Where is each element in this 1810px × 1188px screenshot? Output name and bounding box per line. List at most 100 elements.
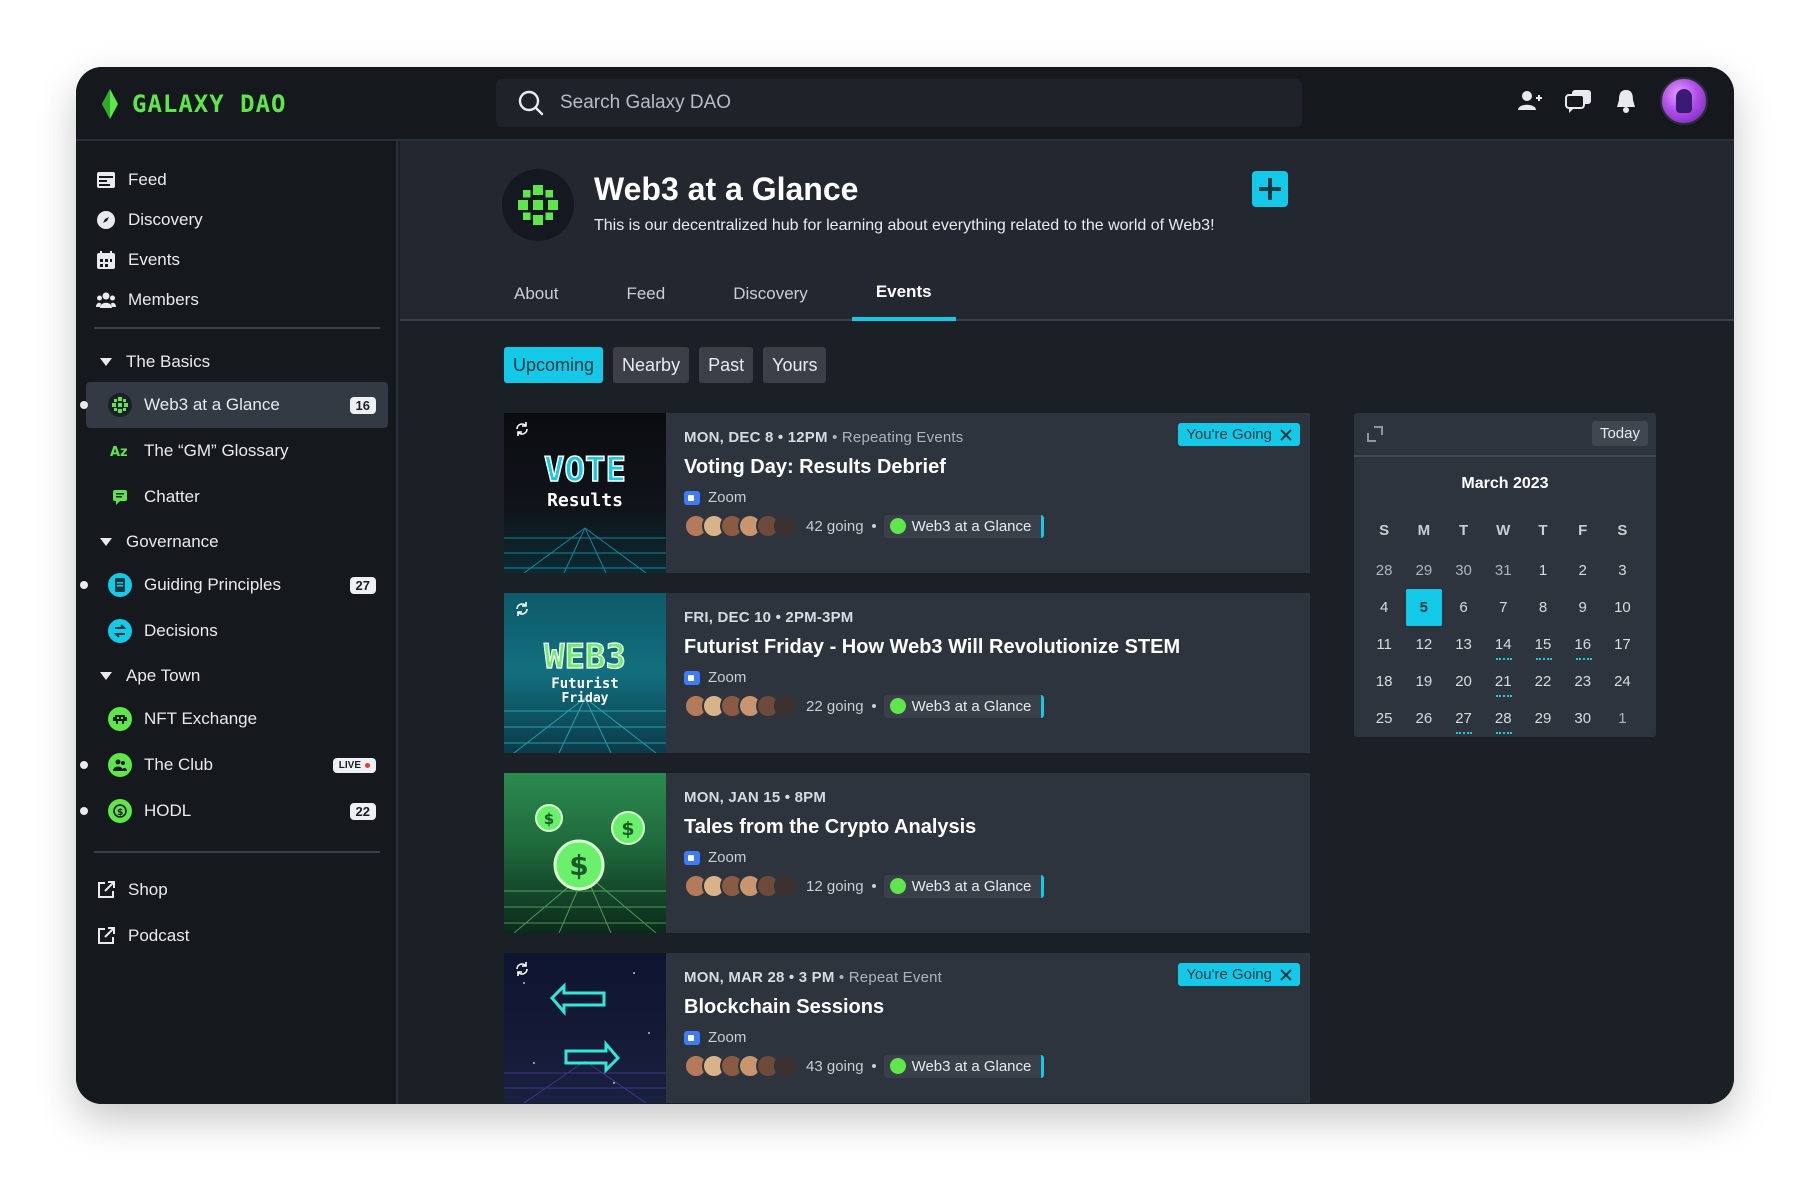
calendar-day[interactable]: 26	[1406, 700, 1442, 737]
hub-tag[interactable]: Web3 at a Glance	[883, 694, 1045, 718]
event-title[interactable]: Blockchain Sessions	[684, 996, 1292, 1019]
calendar-day[interactable]: 18	[1366, 663, 1402, 700]
calendar-day[interactable]: 17	[1604, 626, 1640, 663]
hub-icon	[889, 518, 906, 534]
link-podcast[interactable]: Podcast	[96, 919, 189, 953]
attendee-avatars[interactable]	[684, 514, 798, 538]
filter-yours[interactable]: Yours	[763, 347, 827, 383]
search-input[interactable]	[560, 92, 1160, 114]
event-card[interactable]: WEB3 Futurist Friday FRI, DEC 10 • 2PM-3…	[504, 593, 1310, 753]
channel-chatter[interactable]: Chatter	[86, 474, 388, 520]
today-button[interactable]: Today	[1591, 421, 1648, 446]
count-badge: 16	[349, 396, 376, 414]
calendar-day[interactable]: 5	[1405, 589, 1442, 626]
close-icon[interactable]	[1280, 968, 1292, 981]
filter-nearby[interactable]: Nearby	[613, 347, 690, 383]
attendee-avatars[interactable]	[684, 874, 798, 898]
section-ape-town[interactable]: Ape Town	[100, 661, 200, 691]
calendar-day[interactable]: 29	[1406, 552, 1442, 589]
coins-thumbnail-art: $ $ $	[504, 804, 666, 933]
brand[interactable]: GALAXY DAO	[102, 89, 287, 119]
event-card[interactable]: VOTE Results MON, DEC 8 • 12PM • Repeati…	[504, 413, 1310, 573]
hub-tag[interactable]: Web3 at a Glance	[883, 874, 1045, 898]
hub-icon	[889, 878, 906, 894]
calendar-day[interactable]: 7	[1485, 589, 1521, 626]
calendar-day[interactable]: 3	[1604, 552, 1640, 589]
calendar-day[interactable]: 19	[1406, 663, 1442, 700]
channel-nft-exchange[interactable]: NFT Exchange	[86, 696, 388, 742]
calendar-day[interactable]: 20	[1445, 663, 1481, 700]
calendar-day[interactable]: 29	[1525, 700, 1561, 737]
close-icon[interactable]	[1280, 428, 1292, 441]
nav-discovery[interactable]: Discovery	[96, 203, 203, 237]
calendar-day[interactable]: 9	[1565, 589, 1601, 626]
calendar-day[interactable]: 2	[1565, 552, 1601, 589]
attendee-avatars[interactable]	[684, 1054, 798, 1078]
calendar-day[interactable]: 4	[1366, 589, 1402, 626]
calendar-day[interactable]: 10	[1604, 589, 1640, 626]
channel-hodl[interactable]: $ HODL 22	[80, 788, 388, 834]
calendar-day[interactable]: 13	[1445, 626, 1481, 663]
calendar-day[interactable]: 24	[1604, 663, 1640, 700]
event-title[interactable]: Voting Day: Results Debrief	[684, 456, 1292, 479]
weekday-label: W	[1496, 521, 1511, 539]
calendar-day[interactable]: 8	[1525, 589, 1561, 626]
you-are-going-badge[interactable]: You're Going	[1178, 423, 1300, 446]
svg-text:Az: Az	[110, 445, 128, 459]
hub-tag[interactable]: Web3 at a Glance	[883, 1054, 1045, 1078]
calendar-day[interactable]: 28	[1485, 700, 1521, 737]
calendar-day[interactable]: 1	[1604, 700, 1640, 737]
event-title[interactable]: Futurist Friday - How Web3 Will Revoluti…	[684, 636, 1292, 659]
expand-icon[interactable]	[1366, 425, 1384, 443]
calendar-day[interactable]: 30	[1565, 700, 1601, 737]
calendar-day[interactable]: 27	[1445, 700, 1481, 737]
calendar-day[interactable]: 11	[1366, 626, 1402, 663]
nav-events[interactable]: Events	[96, 243, 180, 277]
filter-past[interactable]: Past	[699, 347, 754, 383]
going-badge-label: You're Going	[1186, 426, 1272, 443]
channel-guiding-principles[interactable]: Guiding Principles 27	[80, 562, 388, 608]
filter-upcoming[interactable]: Upcoming	[504, 347, 604, 383]
nav-members[interactable]: Members	[96, 283, 199, 317]
tab-events[interactable]: Events	[851, 267, 956, 321]
calendar-day[interactable]: 23	[1565, 663, 1601, 700]
add-user-icon[interactable]	[1516, 87, 1544, 115]
sidebar: Feed Discovery Events Members The Basics	[76, 141, 398, 1104]
weekday-label: S	[1617, 521, 1628, 539]
calendar-day[interactable]: 1	[1525, 552, 1561, 589]
channel-decisions[interactable]: Decisions	[86, 608, 388, 654]
you-are-going-badge[interactable]: You're Going	[1178, 963, 1300, 986]
calendar-day[interactable]: 31	[1485, 552, 1521, 589]
calendar-day[interactable]: 25	[1366, 700, 1402, 737]
section-the-basics[interactable]: The Basics	[100, 347, 210, 377]
channel-gm-glossary[interactable]: Az The “GM” Glossary	[86, 428, 388, 474]
calendar-day[interactable]: 12	[1406, 626, 1442, 663]
event-card[interactable]: MON, MAR 28 • 3 PM • Repeat Event Blockc…	[504, 953, 1310, 1103]
calendar-day[interactable]: 21	[1485, 663, 1521, 700]
event-title[interactable]: Tales from the Crypto Analysis	[684, 816, 1292, 839]
link-shop[interactable]: Shop	[96, 873, 168, 907]
calendar-day[interactable]: 30	[1445, 552, 1481, 589]
attendee-avatars[interactable]	[684, 694, 798, 718]
channel-web3-at-a-glance[interactable]: Web3 at a Glance 16	[80, 382, 388, 428]
calendar-day[interactable]: 14	[1485, 626, 1521, 663]
user-avatar[interactable]	[1660, 77, 1708, 125]
tab-feed[interactable]: Feed	[602, 267, 689, 321]
hub-tag[interactable]: Web3 at a Glance	[883, 514, 1045, 538]
nav-feed[interactable]: Feed	[96, 163, 167, 197]
section-governance[interactable]: Governance	[100, 527, 219, 557]
calendar-day[interactable]: 28	[1366, 552, 1402, 589]
calendar-day[interactable]: 15	[1525, 626, 1561, 663]
channel-the-club[interactable]: The Club LIVE	[80, 742, 388, 788]
event-card[interactable]: $ $ $ MON, JAN 15 • 8PM Tales from the C…	[504, 773, 1310, 933]
search-bar[interactable]	[496, 79, 1302, 127]
calendar-day[interactable]: 16	[1565, 626, 1601, 663]
tab-discovery[interactable]: Discovery	[709, 267, 832, 321]
calendar-day[interactable]: 6	[1445, 589, 1481, 626]
tab-about[interactable]: About	[490, 267, 582, 321]
unread-dot	[80, 401, 88, 409]
chat-icon[interactable]	[1564, 87, 1592, 115]
add-button[interactable]	[1252, 171, 1288, 207]
calendar-day[interactable]: 22	[1525, 663, 1561, 700]
bell-icon[interactable]	[1612, 87, 1640, 115]
